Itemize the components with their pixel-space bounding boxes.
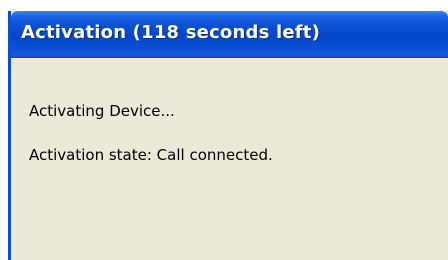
activation-dialog: Activation (118 seconds left) Activating…: [8, 11, 448, 260]
activation-message: Activating Device...: [29, 102, 175, 120]
dialog-body: Activating Device... Activation state: C…: [11, 58, 448, 260]
dialog-title: Activation (118 seconds left): [21, 22, 321, 43]
activation-state: Activation state: Call connected.: [29, 146, 273, 164]
dialog-titlebar[interactable]: Activation (118 seconds left): [11, 11, 448, 58]
